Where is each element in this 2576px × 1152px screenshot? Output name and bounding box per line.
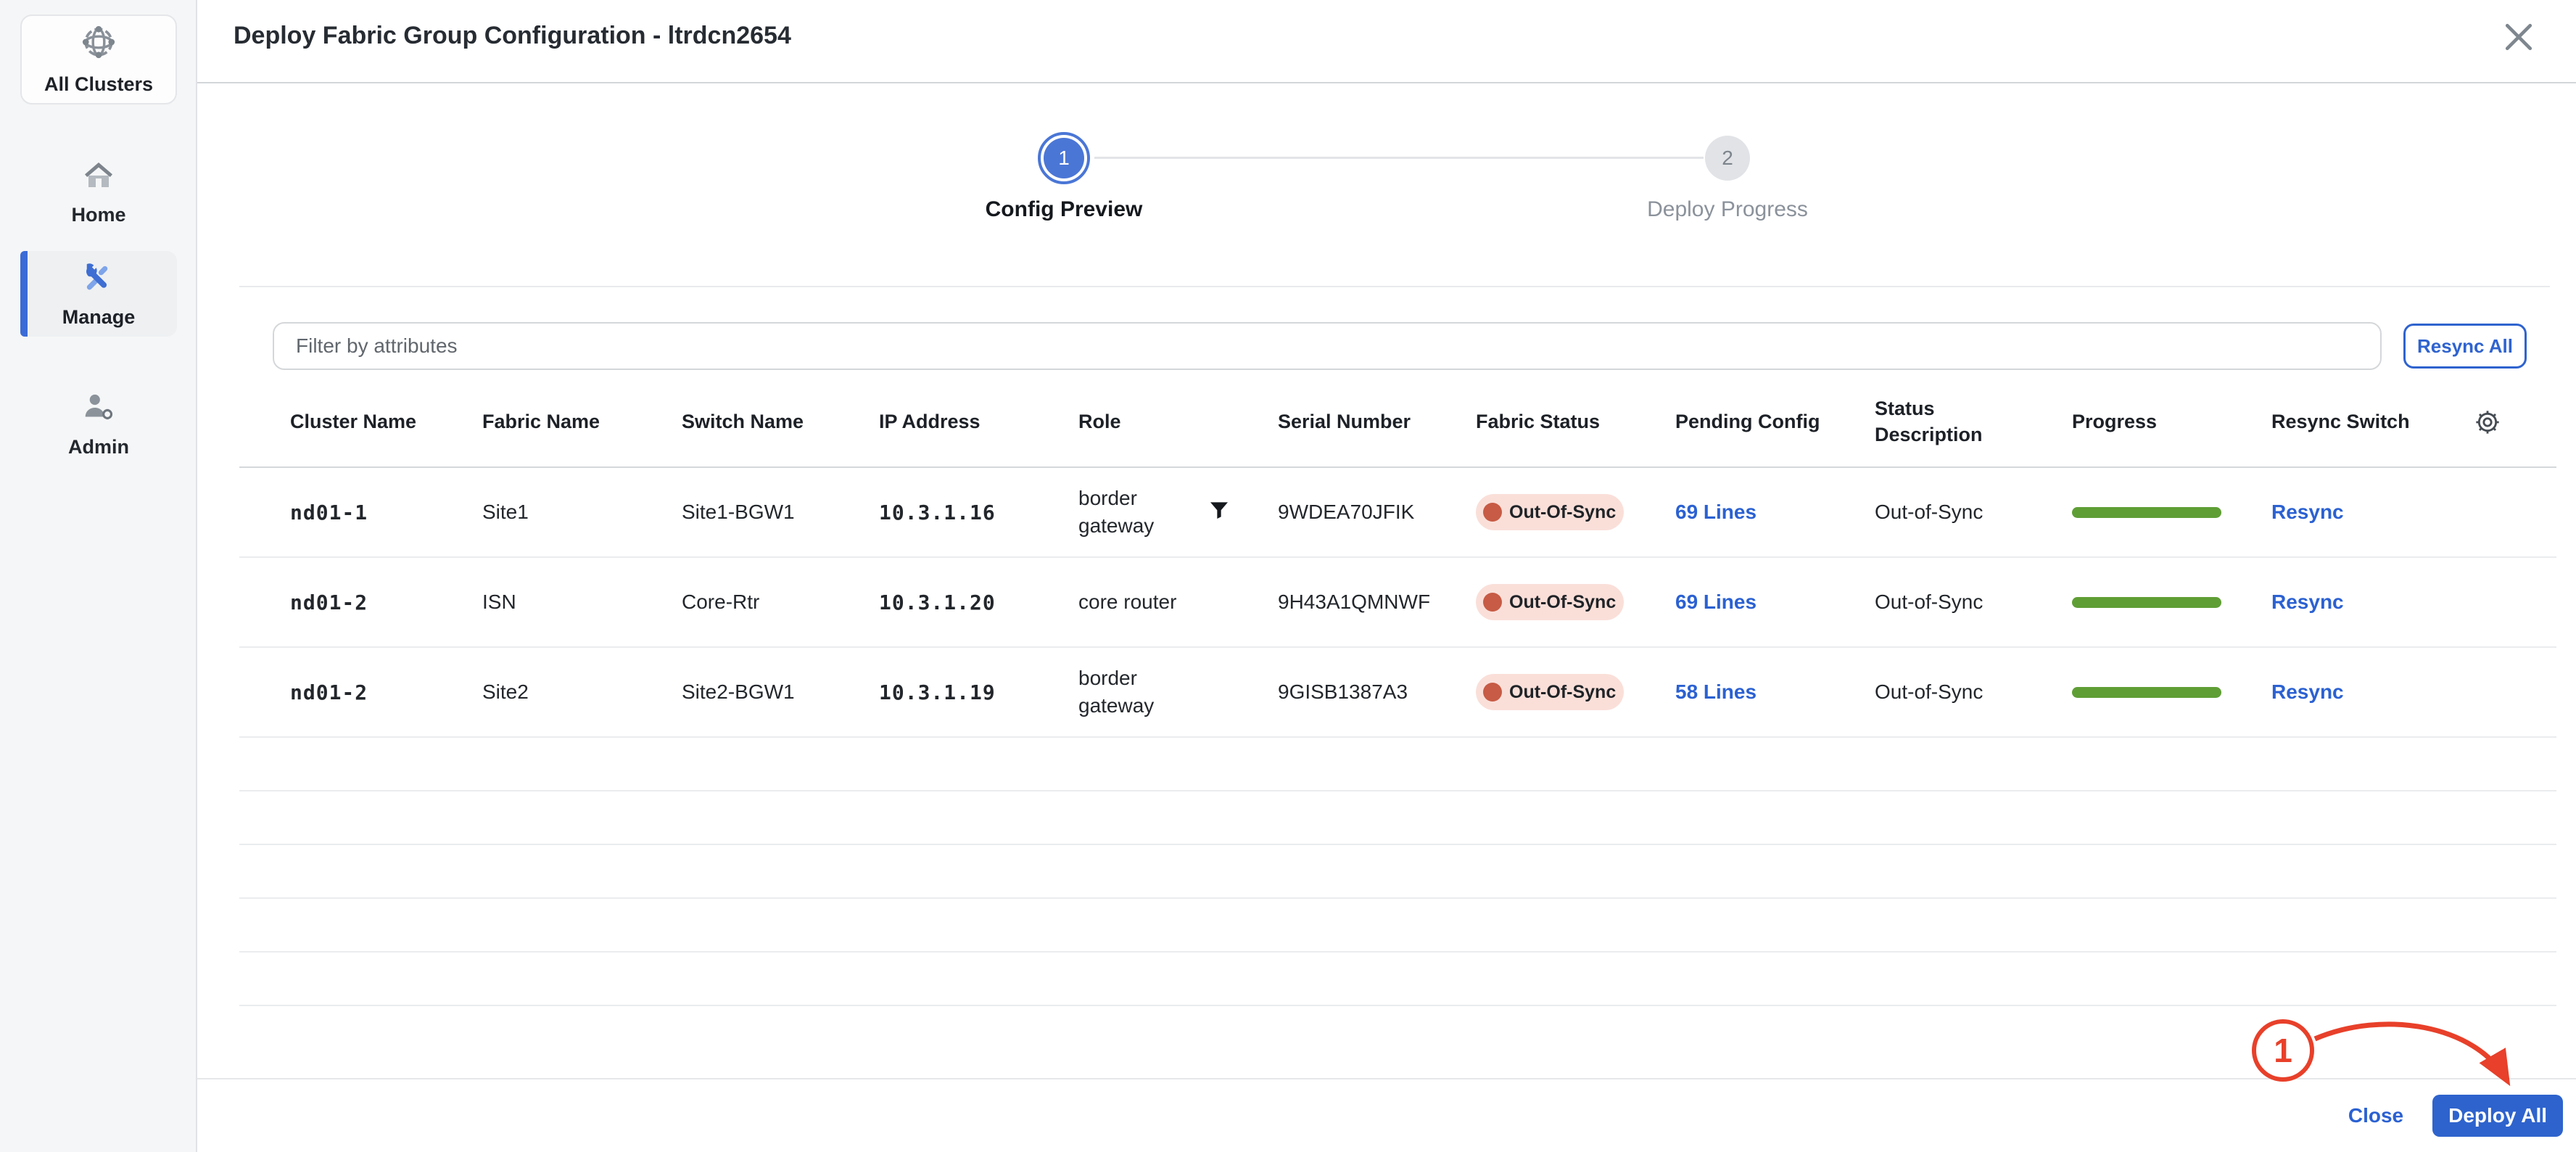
sidebar-item-label: Admin (68, 436, 129, 458)
cluster-name-cell: nd01-1 (290, 501, 482, 524)
status-description-cell: Out-of-Sync (1875, 680, 2072, 704)
deploy-all-button[interactable]: Deploy All (2432, 1095, 2563, 1137)
table-row: nd01-1 Site1 Site1-BGW1 10.3.1.16 border… (239, 468, 2556, 558)
cluster-name-cell: nd01-2 (290, 680, 482, 704)
status-description-cell: Out-of-Sync (1875, 501, 2072, 524)
status-description-cell: Out-of-Sync (1875, 591, 2072, 614)
page-title: Deploy Fabric Group Configuration - ltrd… (234, 22, 791, 50)
empty-row (239, 953, 2556, 1006)
switch-name-cell: Core-Rtr (682, 591, 879, 614)
status-badge: Out-Of-Sync (1476, 674, 1624, 710)
resync-link[interactable]: Resync (2271, 591, 2344, 613)
sidebar-item-all-clusters[interactable]: All Clusters (20, 15, 177, 104)
fabric-name-cell: ISN (482, 591, 682, 614)
ip-address-cell: 10.3.1.19 (879, 680, 1078, 704)
switch-name-cell: Site1-BGW1 (682, 501, 879, 524)
status-badge: Out-Of-Sync (1476, 584, 1624, 620)
progress-bar (2072, 507, 2221, 518)
table-row: nd01-2 ISN Core-Rtr 10.3.1.20 core route… (239, 558, 2556, 648)
column-header-progress[interactable]: Progress (2072, 409, 2271, 435)
active-item-accent-bar (20, 251, 28, 337)
deploy-modal: Deploy Fabric Group Configuration - ltrd… (197, 0, 2576, 1152)
filter-funnel-icon[interactable] (1208, 498, 1231, 527)
resync-link[interactable]: Resync (2271, 501, 2344, 523)
step-1-circle[interactable]: 1 (1038, 132, 1090, 184)
globe-icon (80, 23, 117, 65)
column-header-cluster-name[interactable]: Cluster Name (290, 409, 482, 435)
table-settings-gear-icon[interactable] (2473, 408, 2556, 437)
close-icon[interactable] (2495, 13, 2543, 61)
column-header-status-description[interactable]: Status Description (1875, 396, 2072, 447)
table-row: nd01-2 Site2 Site2-BGW1 10.3.1.19 border… (239, 648, 2556, 738)
status-dot-icon (1483, 503, 1502, 522)
cluster-name-cell: nd01-2 (290, 591, 482, 614)
column-header-ip-address[interactable]: IP Address (879, 409, 1078, 435)
fabric-name-cell: Site1 (482, 501, 682, 524)
fabric-status-cell: Out-Of-Sync (1476, 584, 1675, 620)
fabric-status-cell: Out-Of-Sync (1476, 494, 1675, 530)
step-1-number: 1 (1044, 138, 1084, 178)
tools-icon (80, 259, 117, 299)
admin-user-gear-icon (80, 389, 117, 429)
resync-link[interactable]: Resync (2271, 680, 2344, 703)
pending-config-link[interactable]: 69 Lines (1675, 591, 1756, 613)
close-button[interactable]: Close (2348, 1104, 2403, 1127)
sidebar-item-home[interactable]: Home (20, 158, 177, 226)
modal-footer: Close Deploy All (197, 1078, 2576, 1152)
sidebar: All Clusters Home (0, 0, 197, 1152)
sidebar-item-admin[interactable]: Admin (20, 389, 177, 458)
stepper-connector (1094, 157, 1704, 159)
serial-number-cell: 9WDEA70JFIK (1278, 501, 1476, 524)
pending-config-link[interactable]: 69 Lines (1675, 501, 1756, 523)
title-divider (197, 82, 2576, 83)
home-icon (81, 158, 116, 197)
empty-row (239, 845, 2556, 899)
column-header-role[interactable]: Role (1078, 409, 1278, 435)
role-cell: border gateway (1078, 485, 1278, 540)
status-dot-icon (1483, 683, 1502, 702)
column-header-switch-name[interactable]: Switch Name (682, 409, 879, 435)
serial-number-cell: 9GISB1387A3 (1278, 680, 1476, 704)
empty-row (239, 899, 2556, 953)
role-cell: core router (1078, 588, 1278, 616)
sidebar-item-label: All Clusters (44, 73, 153, 96)
status-badge: Out-Of-Sync (1476, 494, 1624, 530)
sidebar-item-label: Manage (62, 306, 136, 329)
step-2-number: 2 (1722, 147, 1733, 170)
section-divider (239, 286, 2550, 287)
sidebar-item-manage[interactable]: Manage (20, 251, 177, 337)
pending-config-link[interactable]: 58 Lines (1675, 680, 1756, 703)
empty-row (239, 738, 2556, 791)
app-window: All Clusters Home (0, 0, 2576, 1152)
switch-name-cell: Site2-BGW1 (682, 680, 879, 704)
ip-address-cell: 10.3.1.16 (879, 501, 1078, 524)
column-header-fabric-status[interactable]: Fabric Status (1476, 409, 1675, 435)
table-header-row: Cluster Name Fabric Name Switch Name IP … (239, 377, 2556, 468)
filter-input[interactable] (273, 322, 2382, 370)
resync-all-button[interactable]: Resync All (2403, 324, 2527, 369)
step-1-label: Config Preview (919, 197, 1209, 222)
fabric-name-cell: Site2 (482, 680, 682, 704)
status-dot-icon (1483, 593, 1502, 612)
column-header-pending-config[interactable]: Pending Config (1675, 409, 1875, 435)
fabric-status-cell: Out-Of-Sync (1476, 674, 1675, 710)
column-header-fabric-name[interactable]: Fabric Name (482, 409, 682, 435)
step-2-circle[interactable]: 2 (1705, 136, 1750, 181)
switch-table: Cluster Name Fabric Name Switch Name IP … (239, 377, 2556, 1006)
empty-row (239, 791, 2556, 845)
role-cell: border gateway (1078, 665, 1278, 720)
progress-bar (2072, 687, 2221, 698)
step-2-label: Deploy Progress (1582, 197, 1873, 222)
serial-number-cell: 9H43A1QMNWF (1278, 591, 1476, 614)
sidebar-item-label: Home (71, 204, 125, 226)
column-header-resync-switch[interactable]: Resync Switch (2271, 409, 2473, 435)
column-header-serial-number[interactable]: Serial Number (1278, 409, 1476, 435)
ip-address-cell: 10.3.1.20 (879, 591, 1078, 614)
progress-bar (2072, 597, 2221, 608)
